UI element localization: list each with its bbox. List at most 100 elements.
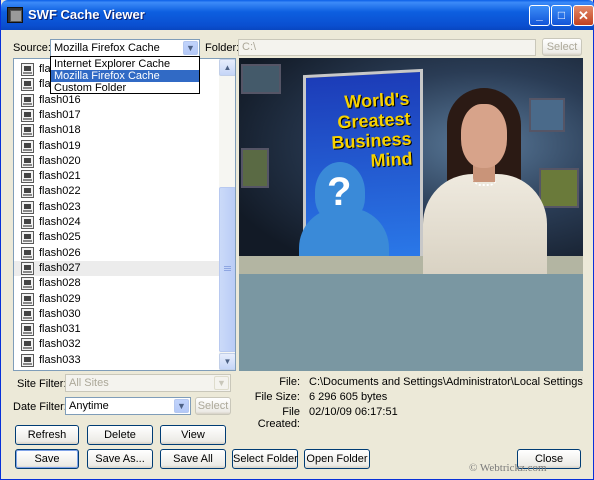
- chevron-down-icon[interactable]: ▼: [174, 399, 189, 413]
- list-item[interactable]: flash031: [19, 322, 219, 337]
- list-item-label: flash023: [39, 200, 81, 213]
- swf-file-icon: [21, 93, 34, 107]
- date-filter-value: Anytime: [69, 400, 109, 412]
- list-item[interactable]: flash032: [19, 337, 219, 352]
- swf-file-icon: [21, 246, 34, 260]
- list-item-label: flash031: [39, 323, 81, 336]
- list-item[interactable]: flash029: [19, 292, 219, 307]
- file-path-value: C:\Documents and Settings\Administrator\…: [309, 376, 583, 388]
- swf-file-icon: [21, 78, 34, 92]
- background-monitor: [539, 168, 579, 208]
- save-button[interactable]: Save: [15, 449, 79, 469]
- file-size-label: File Size:: [254, 391, 300, 403]
- list-item[interactable]: flash028: [19, 276, 219, 291]
- list-item[interactable]: flash030: [19, 307, 219, 322]
- title-bar[interactable]: SWF Cache Viewer _ □ ✕: [1, 0, 594, 30]
- swf-file-icon: [21, 353, 34, 367]
- swf-preview[interactable]: ? World's Greatest Business Mind: [239, 58, 583, 371]
- list-item[interactable]: flash026: [19, 246, 219, 261]
- list-item[interactable]: flash020: [19, 154, 219, 169]
- delete-button[interactable]: Delete: [87, 425, 153, 445]
- list-item-label: flash019: [39, 139, 81, 152]
- presenter-face: [461, 104, 507, 168]
- list-item[interactable]: flash023: [19, 200, 219, 215]
- list-item[interactable]: flash017: [19, 108, 219, 123]
- site-filter-label: Site Filter:: [17, 378, 67, 390]
- list-item-label: flash032: [39, 338, 81, 351]
- folder-label: Folder:: [205, 42, 240, 54]
- select-folder-button[interactable]: Select Folder: [232, 449, 298, 469]
- list-item[interactable]: flash022: [19, 184, 219, 199]
- folder-select-button[interactable]: Select: [542, 38, 582, 56]
- list-item-label: flash025: [39, 231, 81, 244]
- list-item-label: flash030: [39, 307, 81, 320]
- swf-file-icon: [21, 154, 34, 168]
- list-item[interactable]: flash019: [19, 139, 219, 154]
- date-filter-label: Date Filter:: [13, 401, 67, 413]
- background-monitor: [241, 148, 269, 188]
- list-item[interactable]: flash027: [14, 260, 219, 276]
- maximize-button[interactable]: □: [551, 5, 572, 26]
- background-monitor: [241, 64, 281, 94]
- sign-text: World's Greatest Business Mind: [279, 89, 413, 176]
- dropdown-option-custom[interactable]: Custom Folder: [51, 82, 199, 94]
- swf-file-icon: [21, 307, 34, 321]
- list-item-label: flash033: [39, 353, 81, 366]
- list-item[interactable]: flash016: [19, 93, 219, 108]
- scroll-thumb[interactable]: [219, 187, 235, 352]
- file-created-label: File Created:: [257, 406, 300, 430]
- source-selected-value: Mozilla Firefox Cache: [54, 42, 160, 54]
- chevron-down-icon[interactable]: ▼: [214, 376, 229, 390]
- folder-value: C:\: [242, 41, 257, 53]
- open-folder-button[interactable]: Open Folder: [304, 449, 370, 469]
- scroll-down-button[interactable]: ▼: [219, 353, 235, 370]
- minimize-button[interactable]: _: [529, 5, 550, 26]
- dropdown-option-ie[interactable]: Internet Explorer Cache: [51, 58, 199, 70]
- file-created-value: 02/10/09 06:17:51: [309, 406, 398, 418]
- thumb-grip: [224, 270, 231, 271]
- file-list[interactable]: flash014flash015flash016flash017flash018…: [13, 58, 236, 371]
- source-dropdown-list[interactable]: Internet Explorer Cache Mozilla Firefox …: [50, 56, 200, 94]
- swf-file-icon: [21, 108, 34, 122]
- view-button[interactable]: View: [160, 425, 226, 445]
- close-window-button[interactable]: ✕: [573, 5, 594, 26]
- save-as-button[interactable]: Save As...: [87, 449, 153, 469]
- list-item-label: flash018: [39, 124, 81, 137]
- refresh-button[interactable]: Refresh: [15, 425, 79, 445]
- list-item[interactable]: flash025: [19, 230, 219, 245]
- list-item[interactable]: flash024: [19, 215, 219, 230]
- scroll-up-button[interactable]: ▲: [219, 59, 235, 76]
- file-list-scrollbar[interactable]: ▲ ▼: [219, 59, 235, 370]
- list-item[interactable]: flash018: [19, 123, 219, 138]
- save-all-button[interactable]: Save All: [160, 449, 226, 469]
- list-item-label: flash020: [39, 154, 81, 167]
- window-title: SWF Cache Viewer: [28, 7, 145, 22]
- swf-file-icon: [21, 63, 34, 76]
- file-label: File:: [279, 376, 300, 388]
- site-filter-combobox[interactable]: All Sites ▼: [65, 374, 231, 392]
- watermark: © Webtrickz.com: [469, 462, 547, 474]
- list-item-label: flash029: [39, 292, 81, 305]
- site-filter-value: All Sites: [69, 377, 109, 389]
- list-item-label: flash017: [39, 108, 81, 121]
- date-filter-combobox[interactable]: Anytime ▼: [65, 397, 191, 415]
- list-item-label: flash024: [39, 216, 81, 228]
- swf-file-icon: [21, 277, 34, 291]
- date-select-button[interactable]: Select: [195, 397, 231, 415]
- preview-video-frame: ? World's Greatest Business Mind: [239, 58, 583, 274]
- swf-file-icon: [21, 323, 34, 337]
- source-combobox[interactable]: Mozilla Firefox Cache ▼: [50, 39, 200, 57]
- swf-file-icon: [21, 124, 34, 138]
- list-item[interactable]: flash021: [19, 169, 219, 184]
- folder-input[interactable]: C:\: [238, 39, 536, 56]
- list-item-label: flash016: [39, 93, 81, 106]
- swf-file-icon: [21, 292, 34, 306]
- list-item-label: flash022: [39, 185, 81, 198]
- swf-file-icon: [21, 338, 34, 352]
- dropdown-option-firefox[interactable]: Mozilla Firefox Cache: [51, 70, 199, 82]
- chevron-down-icon[interactable]: ▼: [183, 41, 198, 55]
- swf-file-icon: [21, 139, 34, 153]
- list-item[interactable]: flash033: [19, 353, 219, 368]
- source-label: Source:: [13, 42, 51, 54]
- swf-file-icon: [21, 231, 34, 245]
